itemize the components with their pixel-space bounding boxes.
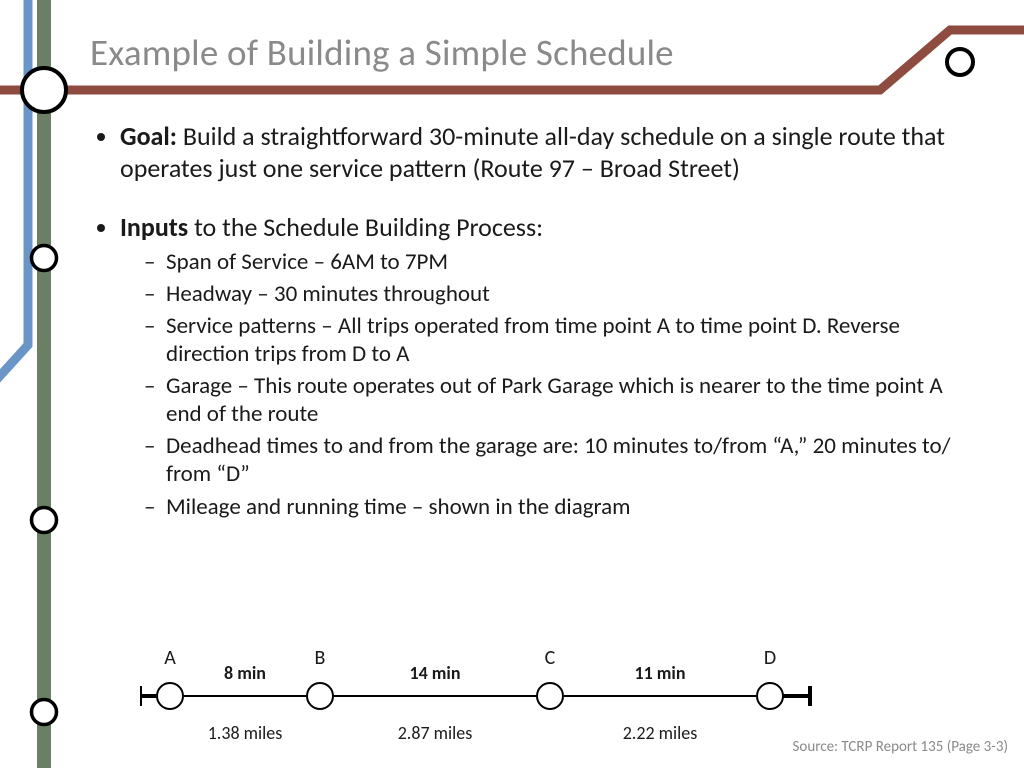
diagram-node-a	[156, 682, 184, 710]
diagram-seg-time: 8 min	[224, 662, 266, 684]
diagram-seg-miles: 2.22 miles	[623, 722, 698, 744]
goal-label: Goal:	[120, 120, 177, 152]
inputs-sublist: Span of Service – 6AM to 7PM Headway – 3…	[120, 248, 964, 520]
slide-title: Example of Building a Simple Schedule	[90, 30, 964, 75]
diagram-node-d	[756, 682, 784, 710]
input-item: Mileage and running time – shown in the …	[144, 493, 964, 521]
diagram-seg-time: 14 min	[409, 662, 460, 684]
bullet-list: Goal: Build a straightforward 30-minute …	[90, 121, 964, 521]
route-diagram: A B C D 8 min 14 min 11 min 1.38 miles 2…	[140, 644, 860, 754]
input-item: Garage – This route operates out of Park…	[144, 372, 964, 428]
input-item: Headway – 30 minutes throughout	[144, 280, 964, 308]
source-citation: Source: TCRP Report 135 (Page 3-3)	[793, 738, 1008, 756]
input-item: Deadhead times to and from the garage ar…	[144, 432, 964, 488]
goal-text: Build a straightforward 30-minute all-da…	[120, 120, 945, 184]
diagram-seg-miles: 2.87 miles	[398, 722, 473, 744]
diagram-node-label: B	[315, 646, 326, 670]
diagram-seg-time: 11 min	[634, 662, 685, 684]
diagram-seg-miles: 1.38 miles	[208, 722, 283, 744]
diagram-node-label: C	[545, 646, 556, 670]
diagram-node-c	[536, 682, 564, 710]
inputs-text: to the Schedule Building Process:	[188, 211, 543, 243]
goal-bullet: Goal: Build a straightforward 30-minute …	[120, 121, 964, 184]
diagram-node-label: A	[164, 646, 176, 670]
slide-content: Example of Building a Simple Schedule Go…	[0, 0, 1024, 521]
input-item: Span of Service – 6AM to 7PM	[144, 248, 964, 276]
inputs-label: Inputs	[120, 211, 188, 243]
input-item: Service patterns – All trips operated fr…	[144, 312, 964, 368]
diagram-node-b	[306, 682, 334, 710]
diagram-node-label: D	[764, 646, 776, 670]
inputs-bullet: Inputs to the Schedule Building Process:…	[120, 212, 964, 520]
